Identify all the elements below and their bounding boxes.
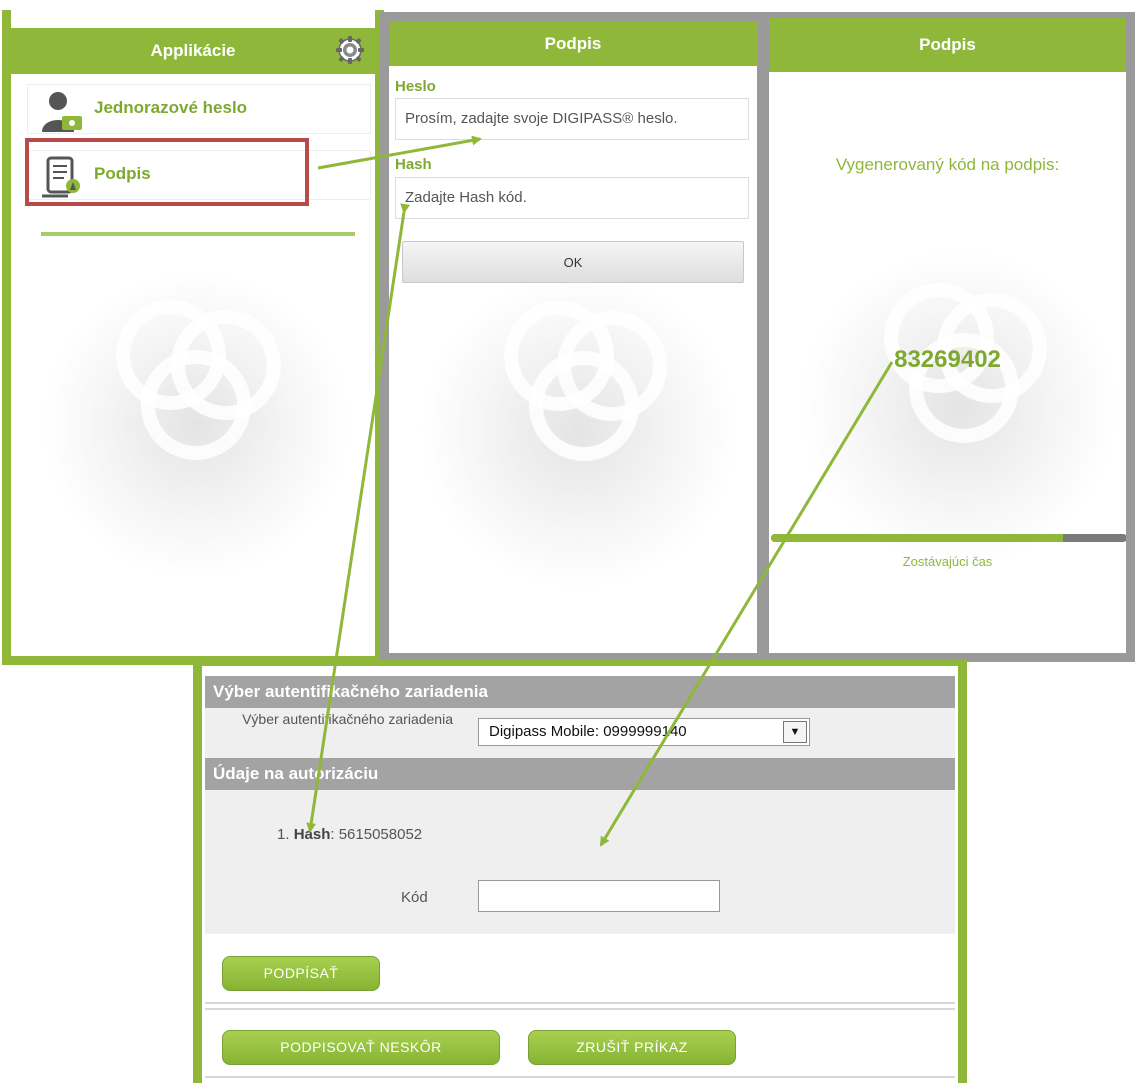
device-select-value: Digipass Mobile: 0999999140 (489, 723, 687, 740)
sign-button[interactable]: PODPÍSAŤ (222, 956, 380, 991)
code-label: Kód (401, 889, 428, 906)
hash-key: Hash (293, 826, 331, 843)
code-caption: Vygenerovaný kód na podpis: (835, 155, 1060, 174)
hash-value: : 5615058052 (330, 826, 423, 843)
device-select[interactable]: Digipass Mobile: 0999999140 ▼ (478, 718, 810, 746)
apps-panel: Applikácie Jednorazové heslo Podpis (2, 10, 384, 665)
time-remaining-label: Zostávajúci čas (902, 554, 993, 569)
device-label: Výber autentifikačného zariadenia (242, 711, 453, 727)
gear-icon[interactable] (335, 35, 365, 65)
divider (205, 1002, 955, 1004)
apps-header: Applikácie (11, 28, 375, 74)
menu-label-one-time-password: Jednorazové heslo (94, 98, 248, 117)
selection-highlight (25, 138, 309, 206)
logo-ring (171, 310, 281, 420)
sign-header: Podpis (389, 21, 757, 66)
hash-label: Hash (395, 156, 432, 173)
chevron-down-icon[interactable]: ▼ (783, 721, 807, 743)
menu-item-one-time-password[interactable]: Jednorazové heslo (27, 84, 371, 134)
generated-code: 83269402 (894, 346, 1001, 373)
sign-later-button[interactable]: PODPISOVAŤ NESKÔR (222, 1030, 500, 1065)
logo-ring (557, 311, 667, 421)
result-panel: Podpis Vygenerovaný kód na podpis: 83269… (760, 12, 1135, 662)
cancel-order-button[interactable]: ZRUŠIŤ PRÍKAZ (528, 1030, 736, 1065)
user-key-icon (42, 92, 82, 132)
password-field[interactable]: Prosím, zadajte svoje DIGIPASS® heslo. (395, 98, 749, 140)
divider (205, 1076, 955, 1078)
authorization-form: Výber autentifikačného zariadenia Výber … (193, 660, 967, 1083)
auth-section-header: Údaje na autorizáciu (205, 758, 955, 790)
device-section-header: Výber autentifikačného zariadenia (205, 676, 955, 708)
time-progress-bar (771, 534, 1126, 542)
password-label: Heslo (395, 78, 436, 95)
hash-field[interactable]: Zadajte Hash kód. (395, 177, 749, 219)
divider (205, 1008, 955, 1010)
apps-divider (41, 232, 355, 236)
result-header: Podpis (769, 18, 1126, 72)
top-border (11, 10, 375, 26)
sign-panel: Podpis Heslo Prosím, zadajte svoje DIGIP… (380, 12, 766, 662)
hash-row: 1. Hash: 5615058052 (277, 826, 422, 843)
hash-index: 1. (277, 826, 290, 843)
device-section: Výber autentifikačného zariadenia Digipa… (205, 708, 955, 758)
code-input[interactable] (478, 880, 720, 912)
auth-section: 1. Hash: 5615058052 Kód (205, 790, 955, 934)
time-progress-fill (771, 534, 1063, 542)
